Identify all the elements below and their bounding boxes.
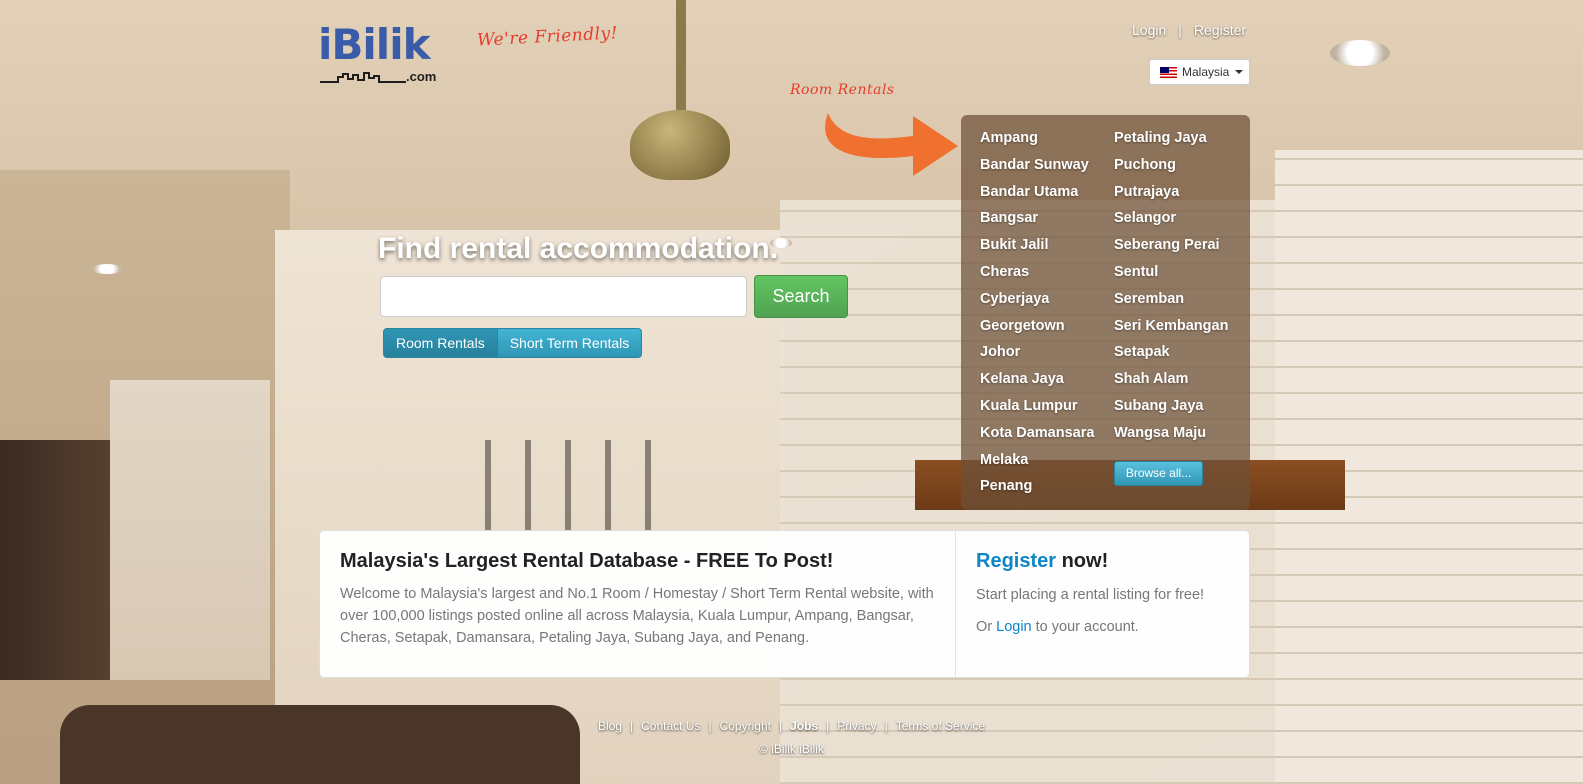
register-heading: Register now! (976, 550, 1230, 573)
skyline-icon (320, 72, 406, 83)
locations-column-2: Petaling Jaya Puchong Putrajaya Selangor… (1114, 127, 1228, 449)
login-link[interactable]: Login (1132, 22, 1166, 38)
location-link[interactable]: Kota Damansara (980, 422, 1094, 449)
tab-short-term-rentals[interactable]: Short Term Rentals (497, 328, 643, 358)
login-account-link[interactable]: Login (996, 619, 1031, 635)
footer: Blog | Contact Us | Copyright | Jobs | Privacy | T… (0, 719, 1583, 756)
logo-domain: .com (406, 69, 437, 84)
logo-wordmark: iBilik (318, 20, 431, 69)
location-link[interactable]: Puchong (1114, 154, 1228, 181)
search-button[interactable]: Search (754, 275, 848, 318)
wooden-door (0, 440, 110, 680)
locations-column-1: Ampang Bandar Sunway Bandar Utama Bangsa… (980, 127, 1094, 502)
footer-link-contact[interactable]: Contact Us (641, 719, 700, 733)
location-link[interactable]: Petaling Jaya (1114, 127, 1228, 154)
footer-separator: | (884, 719, 888, 733)
ceiling-light-left (92, 264, 122, 274)
malaysia-flag-icon (1160, 66, 1177, 78)
footer-links: Blog | Contact Us | Copyright | Jobs | Privacy | T… (0, 719, 1583, 733)
footer-separator: | (826, 719, 830, 733)
ceiling-fan (630, 110, 730, 180)
location-link[interactable]: Selangor (1114, 207, 1228, 234)
location-link[interactable]: Seremban (1114, 288, 1228, 315)
login-line: Or Login to your account. (976, 617, 1230, 637)
ibilik-logo[interactable]: iBilik .com (318, 22, 438, 86)
info-description: Welcome to Malaysia's largest and No.1 R… (340, 586, 934, 646)
location-link[interactable]: Cheras (980, 261, 1094, 288)
location-link[interactable]: Seri Kembangan (1114, 315, 1228, 342)
search-input[interactable] (380, 276, 747, 317)
footer-copyright: © iBilik iBilik (759, 742, 824, 756)
ceiling-light (1330, 40, 1390, 66)
auth-links: Login | Register (1132, 22, 1246, 38)
footer-link-jobs[interactable]: Jobs (790, 719, 818, 733)
register-link[interactable]: Register (1194, 22, 1246, 38)
location-link[interactable]: Penang (980, 475, 1094, 502)
location-link[interactable]: Melaka (980, 449, 1094, 476)
location-link[interactable]: Wangsa Maju (1114, 422, 1228, 449)
callout-label: Room Rentals (790, 82, 895, 98)
register-heading-suffix: now! (1056, 550, 1109, 572)
register-now-link[interactable]: Register (976, 550, 1056, 572)
login-suffix: to your account. (1031, 619, 1139, 635)
info-title: Malaysia's Largest Rental Database - FRE… (340, 550, 834, 572)
location-link[interactable]: Bukit Jalil (980, 234, 1094, 261)
auth-separator: | (1178, 22, 1182, 38)
location-link[interactable]: Bandar Utama (980, 181, 1094, 208)
footer-separator: | (708, 719, 712, 733)
info-box: Malaysia's Largest Rental Database - FRE… (319, 530, 1250, 678)
locations-panel: Ampang Bandar Sunway Bandar Utama Bangsa… (961, 115, 1250, 510)
location-link[interactable]: Setapak (1114, 341, 1228, 368)
location-link[interactable]: Johor (980, 341, 1094, 368)
browse-all-button[interactable]: Browse all... (1114, 461, 1203, 486)
location-link[interactable]: Shah Alam (1114, 368, 1228, 395)
curved-arrow-icon (825, 113, 958, 176)
info-intro: Malaysia's Largest Rental Database - FRE… (320, 531, 956, 677)
search-heading: Find rental accommodation. (378, 232, 779, 265)
location-link[interactable]: Seberang Perai (1114, 234, 1228, 261)
footer-separator: | (778, 719, 783, 733)
location-link[interactable]: Kuala Lumpur (980, 395, 1094, 422)
rental-type-tabs: Room Rentals Short Term Rentals (383, 328, 643, 358)
location-link[interactable]: Georgetown (980, 315, 1094, 342)
location-link[interactable]: Ampang (980, 127, 1094, 154)
register-subtext: Start placing a rental listing for free! (976, 587, 1205, 603)
login-prefix: Or (976, 619, 997, 635)
register-panel: Register now! Start placing a rental lis… (956, 531, 1250, 677)
tab-room-rentals[interactable]: Room Rentals (383, 328, 498, 358)
location-link[interactable]: Bangsar (980, 207, 1094, 234)
location-link[interactable]: Sentul (1114, 261, 1228, 288)
location-link[interactable]: Putrajaya (1114, 181, 1228, 208)
location-link[interactable]: Bandar Sunway (980, 154, 1094, 181)
footer-link-blog[interactable]: Blog (598, 719, 622, 733)
country-label: Malaysia (1182, 65, 1230, 79)
ceiling-fan-rod (676, 0, 686, 110)
footer-link-privacy[interactable]: Privacy (837, 719, 876, 733)
location-link[interactable]: Cyberjaya (980, 288, 1094, 315)
location-link[interactable]: Kelana Jaya (980, 368, 1094, 395)
hallway (110, 380, 270, 680)
location-link[interactable]: Subang Jaya (1114, 395, 1228, 422)
picture-frames (485, 440, 675, 530)
footer-separator: | (629, 719, 634, 733)
country-selector[interactable]: Malaysia (1149, 59, 1250, 85)
footer-link-copyright[interactable]: Copyright (720, 719, 771, 733)
caret-down-icon (1235, 70, 1244, 74)
footer-link-terms[interactable]: Terms of Service (896, 719, 985, 733)
